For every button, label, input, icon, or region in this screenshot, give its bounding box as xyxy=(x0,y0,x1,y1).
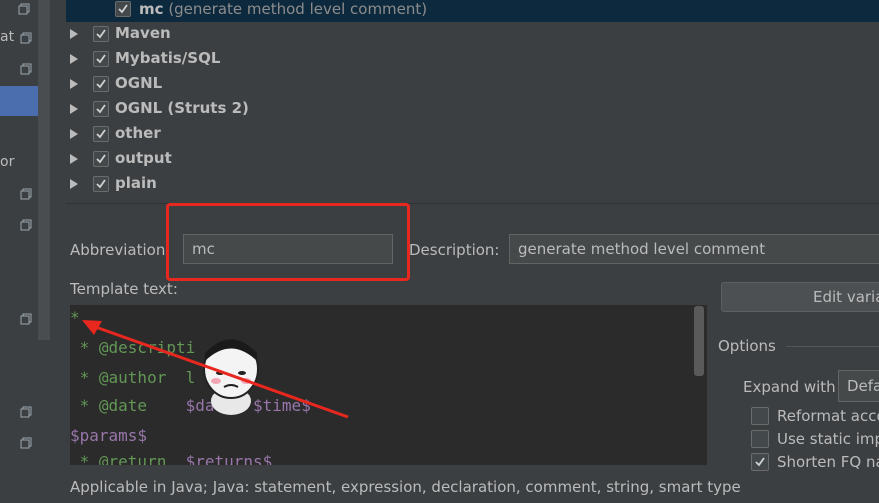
tree-group-label: OGNL xyxy=(115,74,163,92)
expand-arrow-icon[interactable] xyxy=(70,104,78,114)
annotation-highlight-box xyxy=(166,203,410,281)
expand-arrow-icon[interactable] xyxy=(70,179,78,189)
tree-item-mc: mc (generate method level comment) xyxy=(139,0,427,18)
copy-icon[interactable] xyxy=(20,188,32,200)
abbreviation-label: Abbreviation: xyxy=(70,241,171,259)
options-title: Options xyxy=(718,337,776,355)
tree-group-label: Maven xyxy=(115,24,171,42)
tree-row[interactable]: other xyxy=(66,123,879,148)
tree-group-label: OGNL (Struts 2) xyxy=(115,99,249,117)
checkbox-checked[interactable] xyxy=(115,1,131,17)
expand-arrow-icon[interactable] xyxy=(70,129,78,139)
left-panel-fragment: or xyxy=(0,154,15,170)
left-panel-fragment: at xyxy=(0,29,15,45)
checkbox-checked[interactable] xyxy=(93,176,109,192)
tree-group-label: output xyxy=(115,149,172,167)
copy-icon[interactable] xyxy=(20,219,32,231)
editor-scrollbar[interactable] xyxy=(694,306,704,376)
description-label: Description: xyxy=(409,241,500,259)
shorten-fq-label: Shorten FQ na xyxy=(777,453,879,471)
reformat-checkbox[interactable] xyxy=(751,407,769,425)
expand-with-label: Expand with xyxy=(743,378,836,396)
tree-item-description: (generate method level comment) xyxy=(168,0,428,18)
static-import-checkbox[interactable] xyxy=(751,430,769,448)
checkbox-checked[interactable] xyxy=(93,151,109,167)
tree-group-label: Mybatis/SQL xyxy=(115,49,221,67)
edit-variables-button[interactable]: Edit varia xyxy=(721,282,879,312)
copy-icon[interactable] xyxy=(20,406,32,418)
expand-with-select[interactable]: Defa xyxy=(838,370,879,402)
checkbox-checked[interactable] xyxy=(93,51,109,67)
template-text-editor[interactable]: * * @descripti * @author l * @date $date… xyxy=(70,305,707,465)
expand-arrow-icon[interactable] xyxy=(70,29,78,39)
copy-icon[interactable] xyxy=(20,32,32,44)
checkbox-checked[interactable] xyxy=(93,76,109,92)
checkbox-checked[interactable] xyxy=(93,26,109,42)
expand-arrow-icon[interactable] xyxy=(70,154,78,164)
options-separator xyxy=(786,346,879,347)
tree-item-label: mc xyxy=(139,0,164,18)
checkbox-checked[interactable] xyxy=(93,101,109,117)
copy-icon[interactable] xyxy=(20,63,32,75)
tree-row[interactable]: Maven xyxy=(66,23,879,48)
annotation-arrow xyxy=(82,320,349,419)
reformat-label: Reformat acco xyxy=(777,407,879,425)
tree-row[interactable]: plain xyxy=(66,173,879,198)
copy-icon[interactable] xyxy=(18,3,30,15)
left-panel-scrollbar[interactable] xyxy=(38,0,50,340)
static-import-label: Use static imp xyxy=(777,430,879,448)
shorten-fq-checkbox[interactable] xyxy=(751,453,769,471)
tree-group-label: plain xyxy=(115,174,157,192)
template-text-label: Template text: xyxy=(70,280,178,298)
expand-arrow-icon[interactable] xyxy=(70,79,78,89)
copy-icon[interactable] xyxy=(20,437,32,449)
tree-row[interactable]: output xyxy=(66,148,879,173)
expand-arrow-icon[interactable] xyxy=(70,54,78,64)
checkbox-checked[interactable] xyxy=(93,126,109,142)
tree-row[interactable]: OGNL (Struts 2) xyxy=(66,98,879,123)
edit-variables-label: Edit varia xyxy=(813,288,879,306)
copy-icon[interactable] xyxy=(20,313,32,325)
tree-row[interactable]: OGNL xyxy=(66,73,879,98)
tree-group-label: other xyxy=(115,124,161,142)
code-line: * @return $returns$ xyxy=(70,452,273,465)
description-input[interactable]: generate method level comment xyxy=(509,234,879,264)
applicable-contexts-text: Applicable in Java; Java: statement, exp… xyxy=(70,478,741,496)
tree-row[interactable]: Mybatis/SQL xyxy=(66,48,879,73)
live-template-tree: mc (generate method level comment) Maven… xyxy=(66,0,879,203)
tree-row-selected[interactable]: mc (generate method level comment) xyxy=(66,0,879,22)
